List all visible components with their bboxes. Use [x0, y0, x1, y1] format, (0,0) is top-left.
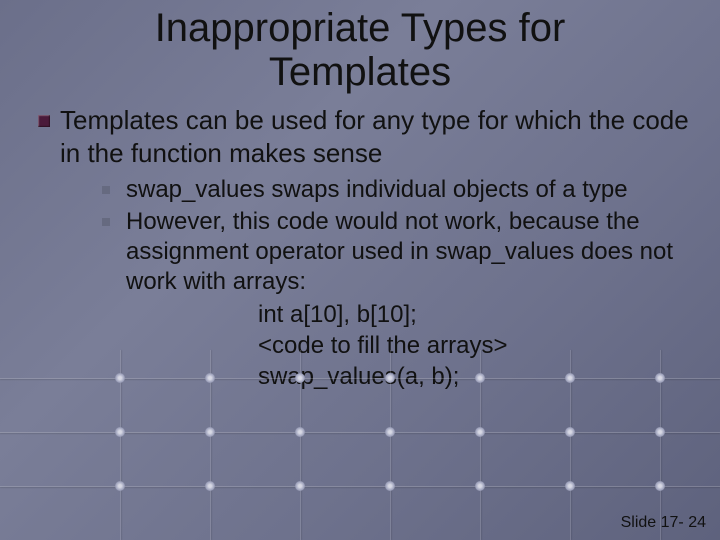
- slide: Inappropriate Types for Templates Templa…: [0, 0, 720, 540]
- content-area: Templates can be used for any type for w…: [0, 94, 720, 393]
- bullet-square-icon: [38, 115, 50, 127]
- sub-bullet: However, this code would not work, becau…: [102, 207, 690, 297]
- code-block: int a[10], b[10]; <code to fill the arra…: [38, 299, 690, 393]
- sub-bullet: swap_values swaps individual objects of …: [102, 175, 690, 205]
- title-line-1: Inappropriate Types for: [155, 6, 566, 50]
- code-line: int a[10], b[10];: [258, 299, 690, 330]
- sub-bullet-list: swap_values swaps individual objects of …: [38, 169, 690, 297]
- sub-bullet-square-icon: [102, 186, 110, 194]
- slide-title: Inappropriate Types for Templates: [0, 0, 720, 94]
- code-line: <code to fill the arrays>: [258, 330, 690, 361]
- main-bullet: Templates can be used for any type for w…: [38, 104, 690, 169]
- sub-bullet-text: However, this code would not work, becau…: [126, 207, 690, 297]
- slide-number: Slide 17- 24: [621, 514, 706, 532]
- main-bullet-text: Templates can be used for any type for w…: [60, 104, 690, 169]
- sub-bullet-square-icon: [102, 218, 110, 226]
- sub-bullet-text: swap_values swaps individual objects of …: [126, 175, 690, 205]
- code-line: swap_values(a, b);: [258, 361, 690, 392]
- title-line-2: Templates: [269, 50, 451, 94]
